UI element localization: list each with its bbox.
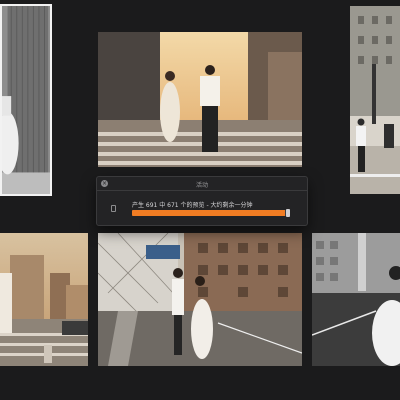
dialog-divider xyxy=(97,190,307,191)
progress-bar-fill xyxy=(132,210,286,216)
progress-status-text: 产生 691 中 671 个的预览 - 大约剩余一分钟 xyxy=(132,202,253,209)
activity-dialog: × 活动 产生 691 中 671 个的预览 - 大约剩余一分钟 xyxy=(96,176,308,226)
photo-thumbnail-2[interactable] xyxy=(98,32,302,167)
photo-thumbnail-1[interactable] xyxy=(0,4,52,196)
phone-icon xyxy=(111,205,116,212)
photo-thumbnail-6[interactable] xyxy=(312,233,400,366)
progress-bar xyxy=(132,210,290,216)
photo-thumbnail-5[interactable] xyxy=(98,233,302,366)
photo-thumbnail-3[interactable] xyxy=(350,6,400,194)
photo-grid: × 活动 产生 691 中 671 个的预览 - 大约剩余一分钟 xyxy=(0,0,400,400)
progress-stop-handle[interactable] xyxy=(286,209,290,217)
photo-thumbnail-4[interactable] xyxy=(0,233,88,366)
dialog-title: 活动 xyxy=(195,182,208,189)
